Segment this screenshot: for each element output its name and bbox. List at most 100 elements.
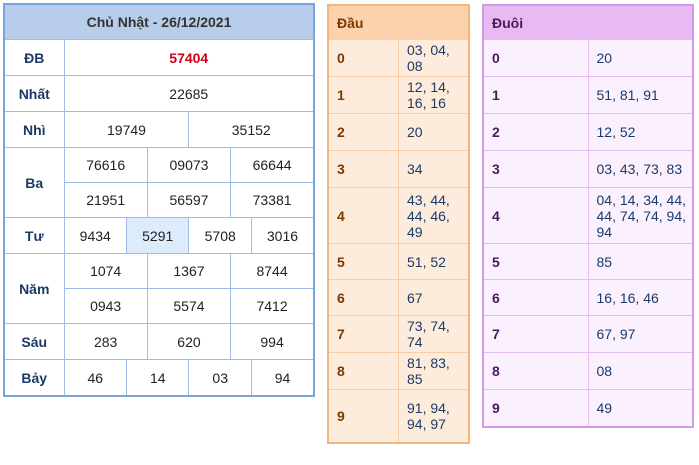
- tail-row: 5 85: [482, 243, 694, 280]
- prize-value: 5574: [146, 288, 232, 324]
- prize-value: 9434: [63, 217, 127, 254]
- digit-values: 03, 04, 08: [398, 39, 470, 77]
- digit-values: 85: [587, 243, 694, 280]
- prize-label: Nhì: [3, 111, 65, 148]
- digit-values: 49: [587, 389, 694, 427]
- digit-key: 0: [327, 39, 399, 77]
- tail-row: 4 04, 14, 34, 44, 44, 74, 74, 94, 94: [482, 187, 694, 244]
- digit-values: 12, 52: [587, 113, 694, 151]
- prize-value: 46: [63, 359, 127, 397]
- digit-key: 6: [482, 279, 589, 316]
- digit-key: 7: [327, 315, 399, 353]
- prize-row-ba: Ba 76616 09073 66644: [3, 147, 315, 218]
- prize-value: 1074: [63, 253, 148, 289]
- prize-value: 21951: [63, 182, 148, 218]
- prize-value: 5291: [125, 217, 190, 254]
- prize-value: 22685: [63, 75, 315, 112]
- prize-label: Sáu: [3, 323, 65, 360]
- head-table-header: Đầu: [327, 4, 470, 40]
- head-row: 8 81, 83, 85: [327, 352, 470, 390]
- prize-value: 0943: [63, 288, 148, 324]
- digit-values: 91, 94, 94, 97: [398, 389, 470, 443]
- prize-value: 620: [146, 323, 232, 360]
- prize-value: 5708: [188, 217, 252, 254]
- digit-key: 9: [482, 389, 589, 427]
- prize-row-sau: Sáu 283 620 994: [3, 323, 315, 360]
- digit-key: 5: [482, 243, 589, 280]
- prize-value: 7412: [230, 288, 315, 324]
- results-date-title: Chủ Nhật - 26/12/2021: [3, 3, 315, 40]
- digit-values: 81, 83, 85: [398, 352, 470, 390]
- digit-values: 73, 74, 74: [398, 315, 470, 353]
- digit-values: 20: [398, 113, 470, 151]
- head-row: 5 51, 52: [327, 243, 470, 280]
- tail-row: 9 49: [482, 389, 694, 427]
- digit-key: 5: [327, 243, 399, 280]
- digit-values: 20: [587, 39, 694, 77]
- head-row: 3 34: [327, 150, 470, 188]
- head-row: 0 03, 04, 08: [327, 39, 470, 77]
- digit-key: 1: [327, 76, 399, 114]
- tail-row: 7 67, 97: [482, 315, 694, 353]
- digit-values: 51, 81, 91: [587, 76, 694, 114]
- head-row: 2 20: [327, 113, 470, 151]
- digit-values: 51, 52: [398, 243, 470, 280]
- prize-row-db: ĐB 57404: [3, 39, 315, 76]
- digit-values: 43, 44, 44, 46, 49: [398, 187, 470, 244]
- prize-value: 8744: [230, 253, 315, 289]
- prize-value: 283: [63, 323, 148, 360]
- head-row: 6 67: [327, 279, 470, 316]
- head-row: 7 73, 74, 74: [327, 315, 470, 353]
- tail-row: 0 20: [482, 39, 694, 77]
- digit-values: 12, 14, 16, 16: [398, 76, 470, 114]
- tail-row: 3 03, 43, 73, 83: [482, 150, 694, 188]
- prize-value: 09073: [146, 147, 232, 183]
- prize-value: 56597: [146, 182, 232, 218]
- digit-key: 9: [327, 389, 399, 443]
- digit-key: 3: [327, 150, 399, 188]
- digit-values: 04, 14, 34, 44, 44, 74, 74, 94, 94: [587, 187, 694, 244]
- digit-key: 4: [327, 187, 399, 244]
- digit-key: 4: [482, 187, 589, 244]
- digit-key: 3: [482, 150, 589, 188]
- prize-value: 19749: [63, 111, 190, 148]
- tail-row: 6 16, 16, 46: [482, 279, 694, 316]
- digit-values: 34: [398, 150, 470, 188]
- head-row: 9 91, 94, 94, 97: [327, 389, 470, 443]
- head-row: 1 12, 14, 16, 16: [327, 76, 470, 114]
- digit-key: 0: [482, 39, 589, 77]
- prize-value: 66644: [230, 147, 315, 183]
- prize-row-bay: Bảy 46 14 03 94: [3, 359, 315, 397]
- prize-value: 3016: [250, 217, 315, 254]
- digit-key: 2: [482, 113, 589, 151]
- special-prize-value: 57404: [63, 39, 315, 76]
- prize-row-nam: Năm 1074 1367 8744: [3, 253, 315, 324]
- prize-label: Nhất: [3, 75, 65, 112]
- lottery-results-table: Chủ Nhật - 26/12/2021 ĐB 57404 Nhất 2268…: [3, 3, 315, 397]
- digit-values: 67, 97: [587, 315, 694, 353]
- tail-row: 1 51, 81, 91: [482, 76, 694, 114]
- tail-table-header: Đuôi: [482, 4, 694, 40]
- prize-value: 1367: [146, 253, 232, 289]
- head-row: 4 43, 44, 44, 46, 49: [327, 187, 470, 244]
- digit-key: 7: [482, 315, 589, 353]
- digit-values: 08: [587, 352, 694, 390]
- prize-label: Tư: [3, 217, 65, 254]
- tail-row: 2 12, 52: [482, 113, 694, 151]
- digit-key: 1: [482, 76, 589, 114]
- prize-value: 35152: [188, 111, 315, 148]
- digit-key: 8: [482, 352, 589, 390]
- digit-key: 2: [327, 113, 399, 151]
- digit-values: 67: [398, 279, 470, 316]
- prize-label: Ba: [3, 147, 65, 218]
- head-digit-table: Đầu 0 03, 04, 08 1 12, 14, 16, 16 2 20 3 34 …: [327, 4, 470, 444]
- prize-label: Bảy: [3, 359, 65, 397]
- prize-label: Năm: [3, 253, 65, 324]
- digit-key: 6: [327, 279, 399, 316]
- prize-value: 73381: [230, 182, 315, 218]
- prize-label: ĐB: [3, 39, 65, 76]
- tail-row: 8 08: [482, 352, 694, 390]
- prize-value: 94: [250, 359, 315, 397]
- prize-value: 994: [230, 323, 315, 360]
- prize-value: 14: [125, 359, 190, 397]
